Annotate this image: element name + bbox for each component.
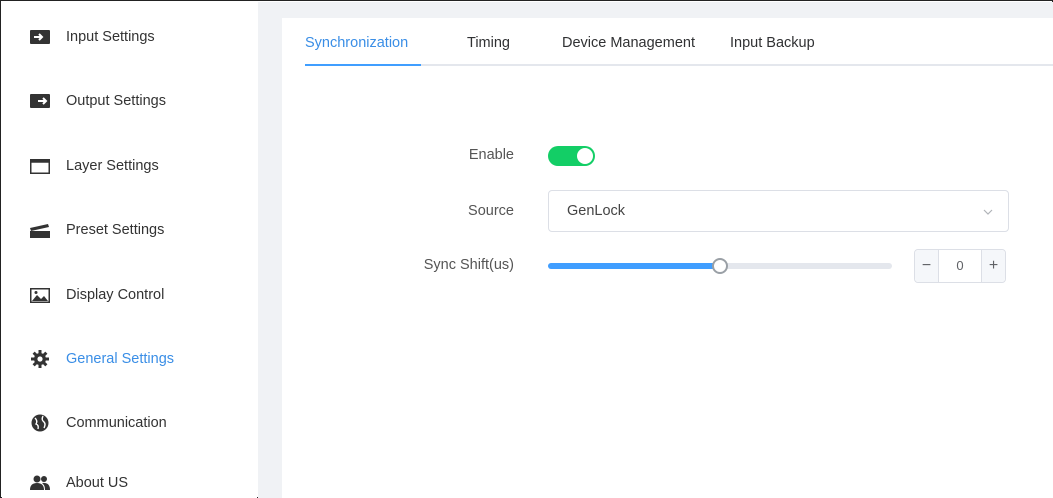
users-icon [30, 474, 50, 492]
sidebar-item-general-settings[interactable]: General Settings [2, 339, 257, 379]
enable-label: Enable [468, 147, 514, 163]
sidebar-item-display-control[interactable]: Display Control [2, 275, 257, 315]
sidebar-item-about-us[interactable]: About US [2, 463, 257, 498]
sidebar-item-preset-settings[interactable]: Preset Settings [2, 210, 257, 250]
main-panel: Synchronization Timing Device Management… [282, 18, 1053, 498]
slider-handle[interactable] [712, 258, 728, 274]
sync-shift-slider[interactable] [548, 258, 892, 274]
left-gutter [258, 2, 282, 498]
sidebar-item-label: Output Settings [66, 93, 166, 109]
app-frame: Input Settings Output Settings Layer Set… [0, 0, 1053, 498]
source-select[interactable]: GenLock [548, 190, 1009, 232]
sidebar-item-label: General Settings [66, 351, 175, 367]
globe-icon [30, 414, 50, 432]
sidebar-item-layer-settings[interactable]: Layer Settings [2, 146, 257, 186]
active-tab-indicator [305, 64, 421, 66]
sidebar-item-label: Communication [66, 415, 167, 431]
sync-shift-input[interactable]: 0 [939, 250, 981, 282]
tab-device-management[interactable]: Device Management [562, 18, 695, 66]
top-gutter [258, 2, 1053, 18]
decrement-button[interactable]: − [915, 250, 939, 282]
enable-toggle[interactable] [548, 146, 595, 166]
sidebar: Input Settings Output Settings Layer Set… [2, 2, 257, 498]
sync-shift-label: Sync Shift(us) [423, 257, 514, 273]
source-label: Source [468, 203, 514, 219]
sidebar-item-label: Display Control [66, 287, 165, 303]
window-icon [30, 157, 50, 175]
input-icon [30, 28, 50, 46]
sidebar-item-communication[interactable]: Communication [2, 403, 257, 443]
tab-input-backup[interactable]: Input Backup [730, 18, 815, 66]
image-icon [30, 286, 50, 304]
tab-timing[interactable]: Timing [467, 18, 510, 66]
sidebar-item-label: Layer Settings [66, 158, 159, 174]
sidebar-item-label: About US [66, 475, 129, 491]
tab-bar: Synchronization Timing Device Management… [305, 18, 1053, 66]
slider-fill [548, 263, 720, 269]
sidebar-item-output-settings[interactable]: Output Settings [2, 81, 257, 121]
output-icon [30, 92, 50, 110]
sidebar-item-label: Preset Settings [66, 222, 165, 238]
clapper-icon [30, 221, 50, 239]
source-value: GenLock [567, 203, 626, 219]
toggle-knob [577, 148, 593, 164]
sync-shift-stepper: − 0 + [914, 249, 1006, 283]
chevron-down-icon [982, 205, 994, 217]
tab-synchronization[interactable]: Synchronization [305, 18, 408, 66]
sidebar-item-input-settings[interactable]: Input Settings [2, 17, 257, 57]
sidebar-item-label: Input Settings [66, 29, 155, 45]
increment-button[interactable]: + [981, 250, 1005, 282]
gear-icon [30, 350, 50, 368]
